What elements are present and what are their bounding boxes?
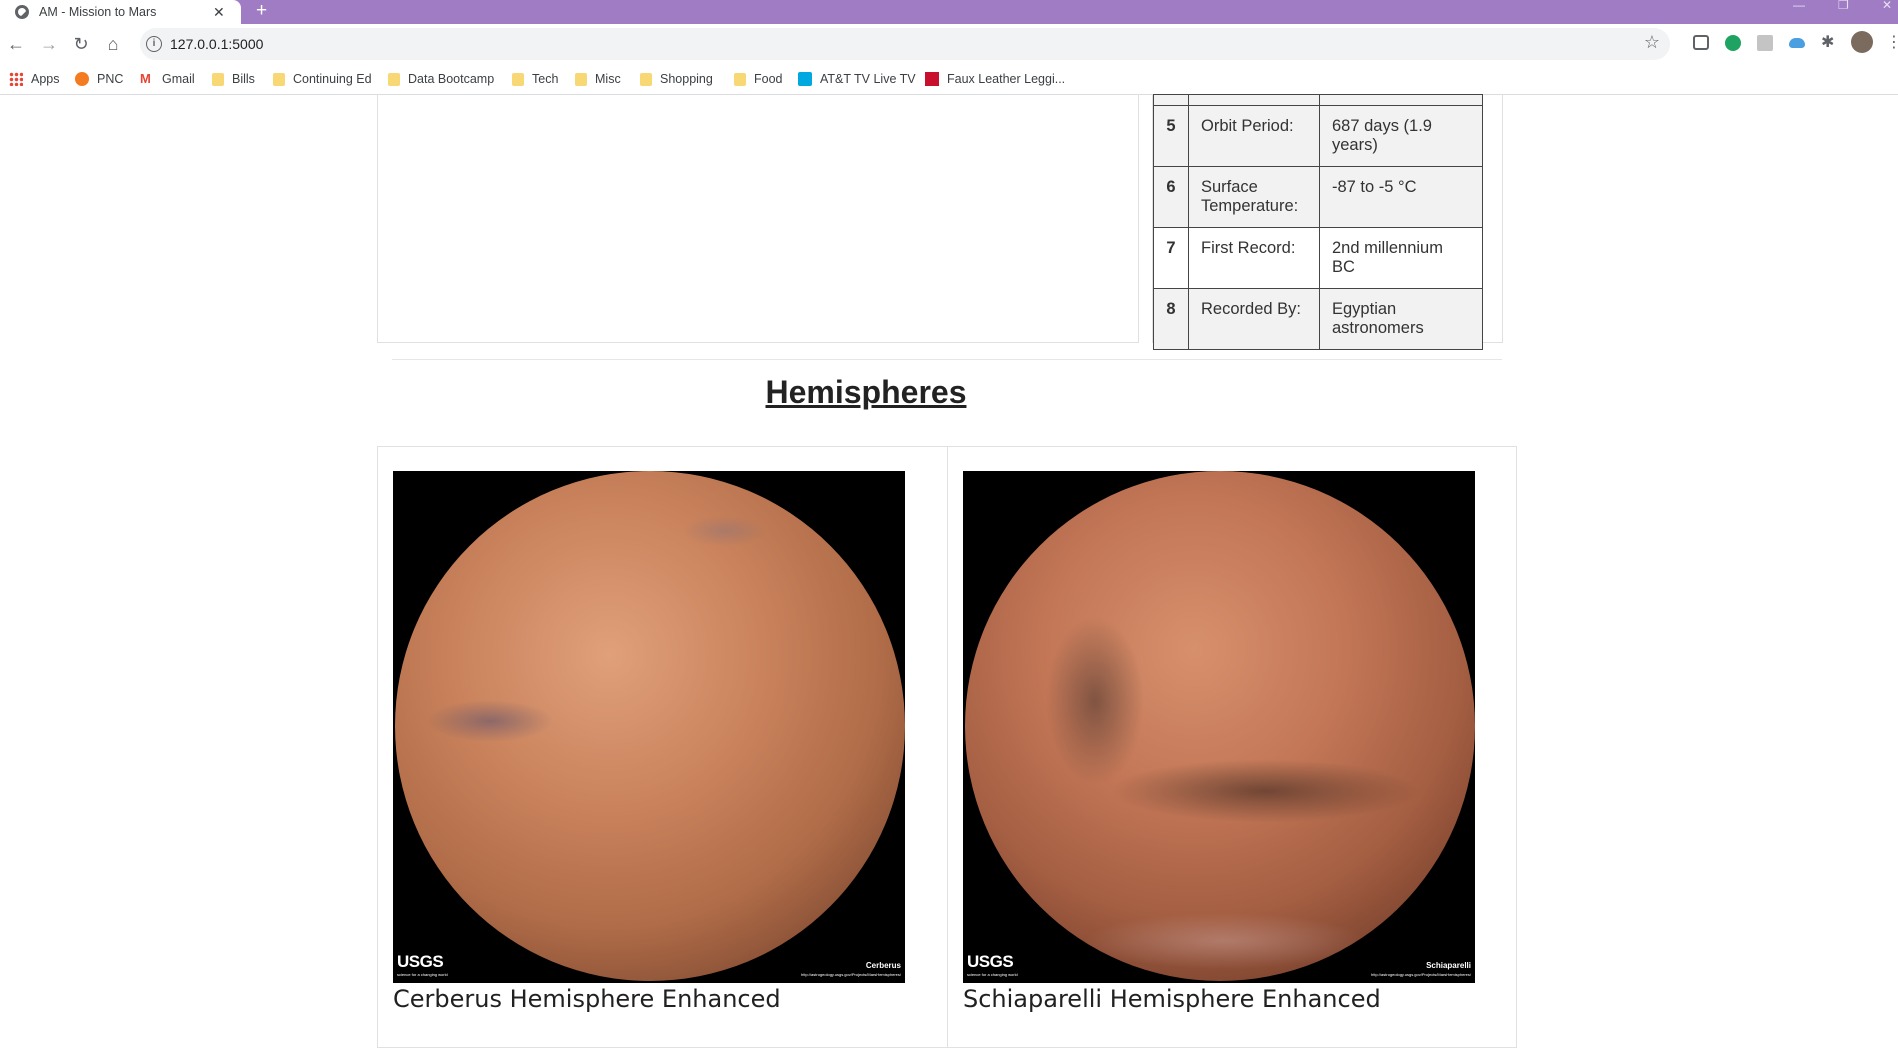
minimize-icon[interactable]: — [1793, 0, 1805, 12]
fact-label: Orbit Period: [1188, 105, 1320, 167]
hemisphere-title: Schiaparelli Hemisphere Enhanced [963, 985, 1381, 1013]
folder-icon [212, 72, 224, 86]
hemisphere-title: Cerberus Hemisphere Enhanced [393, 985, 781, 1013]
folder-icon [273, 72, 285, 86]
close-tab-icon[interactable]: ✕ [213, 4, 225, 21]
bookmark-star-icon[interactable]: ☆ [1644, 32, 1660, 53]
fact-value: 2nd millennium BC [1319, 227, 1483, 289]
folder-icon [575, 72, 587, 86]
apps-grid-icon [9, 72, 23, 86]
hemispheres-heading: Hemispheres [765, 374, 967, 410]
bookmark-gmail[interactable]: M Gmail [140, 71, 195, 87]
bookmark-label: Gmail [162, 72, 195, 86]
table-row: 6 Surface Temperature: -87 to -5 °C [1153, 166, 1483, 228]
bookmark-continuing-ed[interactable]: Continuing Ed [273, 71, 372, 87]
bookmark-atttv[interactable]: AT&T TV Live TV [798, 71, 916, 87]
table-row: 7 First Record: 2nd millennium BC [1153, 227, 1483, 289]
fact-label: Surface Temperature: [1188, 166, 1320, 228]
section-divider [392, 359, 1502, 360]
featured-image-panel [377, 94, 1139, 343]
bookmark-tech[interactable]: Tech [512, 71, 558, 87]
tab-title: AM - Mission to Mars [39, 5, 157, 19]
gmail-icon: M [140, 71, 151, 86]
schiaparelli-hemisphere-image[interactable]: USGS science for a changing world Schiap… [963, 471, 1475, 983]
bookmark-label: Continuing Ed [293, 72, 372, 86]
bookmark-faux-leather[interactable]: Faux Leather Leggi... [925, 71, 1065, 87]
bookmark-data-bootcamp[interactable]: Data Bootcamp [388, 71, 494, 87]
mars-globe [395, 471, 905, 981]
bookmark-label: Misc [595, 72, 621, 86]
mars-facts-table: 5 Orbit Period: 687 days (1.9 years) 6 S… [1153, 94, 1483, 350]
address-bar[interactable]: i 127.0.0.1:5000 ☆ [140, 28, 1670, 60]
gray-extension-icon[interactable] [1757, 35, 1773, 51]
bookmark-label: Shopping [660, 72, 713, 86]
image-credit: Cerberus http://astrogeology.usgs.gov/Pr… [801, 961, 901, 977]
fact-value: Egyptian astronomers [1319, 288, 1483, 350]
url-text[interactable]: 127.0.0.1:5000 [170, 36, 263, 52]
atttv-icon [798, 72, 812, 86]
bookmark-label: Bills [232, 72, 255, 86]
usgs-logo: USGS science for a changing world [967, 952, 1018, 977]
browser-toolbar: ← → ↻ ⌂ i 127.0.0.1:5000 ☆ ✱ ⋮ [0, 24, 1898, 64]
fact-value: 687 days (1.9 years) [1319, 105, 1483, 167]
fact-label: Recorded By: [1188, 288, 1320, 350]
bookmark-label: Tech [532, 72, 559, 86]
tab-mission-to-mars[interactable]: AM - Mission to Mars ✕ [0, 0, 241, 24]
image-credit: Schiaparelli http://astrogeology.usgs.go… [1371, 961, 1471, 977]
bookmark-label: Apps [31, 72, 60, 86]
hemispheres-grid: USGS science for a changing world Cerber… [377, 446, 1517, 1048]
folder-icon [734, 72, 746, 86]
row-index: 5 [1153, 105, 1189, 167]
cloud-extension-icon[interactable] [1789, 38, 1805, 48]
bookmark-label: Food [754, 72, 783, 86]
restore-icon[interactable]: ❐ [1838, 0, 1849, 12]
globe-icon [15, 5, 29, 19]
menu-kebab-icon[interactable]: ⋮ [1886, 35, 1898, 51]
bookmark-food[interactable]: Food [734, 71, 783, 87]
red-square-icon [925, 72, 939, 86]
profile-avatar-icon[interactable] [1851, 31, 1873, 53]
bookmark-apps[interactable]: Apps [9, 71, 60, 87]
table-row: 8 Recorded By: Egyptian astronomers [1153, 288, 1483, 350]
bookmarks-bar: Apps PNC M Gmail Bills Continuing Ed Dat… [0, 64, 1898, 95]
row-index: 8 [1153, 288, 1189, 350]
window-close-icon[interactable]: ✕ [1882, 0, 1892, 12]
home-icon[interactable]: ⌂ [101, 32, 125, 56]
site-info-icon[interactable]: i [146, 36, 162, 52]
hemisphere-card-schiaparelli: USGS science for a changing world Schiap… [948, 447, 1516, 1047]
bookmark-label: AT&T TV Live TV [820, 72, 916, 86]
bookmark-bills[interactable]: Bills [212, 71, 255, 87]
fact-value: -87 to -5 °C [1319, 166, 1483, 228]
new-tab-button[interactable]: + [256, 0, 267, 24]
folder-icon [640, 72, 652, 86]
hemisphere-card-cerberus: USGS science for a changing world Cerber… [378, 447, 946, 1047]
bookmark-pnc[interactable]: PNC [75, 71, 123, 87]
fact-label: First Record: [1188, 227, 1320, 289]
forward-arrow-icon[interactable]: → [37, 32, 61, 56]
green-extension-icon[interactable] [1725, 35, 1741, 51]
bookmark-label: Faux Leather Leggi... [947, 72, 1066, 86]
table-row-partial [1153, 94, 1483, 106]
row-index: 7 [1153, 227, 1189, 289]
pnc-icon [75, 72, 89, 86]
table-row: 5 Orbit Period: 687 days (1.9 years) [1153, 105, 1483, 167]
usgs-logo: USGS science for a changing world [397, 952, 448, 977]
bookmark-label: Data Bootcamp [408, 72, 495, 86]
cerberus-hemisphere-image[interactable]: USGS science for a changing world Cerber… [393, 471, 905, 983]
back-arrow-icon[interactable]: ← [4, 32, 28, 56]
bookmark-label: PNC [97, 72, 124, 86]
reload-icon[interactable]: ↻ [69, 32, 93, 56]
row-index: 6 [1153, 166, 1189, 228]
folder-icon [388, 72, 400, 86]
extensions-puzzle-icon[interactable]: ✱ [1821, 35, 1837, 51]
bookmark-shopping[interactable]: Shopping [640, 71, 713, 87]
tab-strip: AM - Mission to Mars ✕ + — ❐ ✕ [0, 0, 1898, 24]
pocket-extension-icon[interactable] [1693, 35, 1709, 50]
bookmark-misc[interactable]: Misc [575, 71, 621, 87]
mars-globe [965, 471, 1475, 981]
folder-icon [512, 72, 524, 86]
